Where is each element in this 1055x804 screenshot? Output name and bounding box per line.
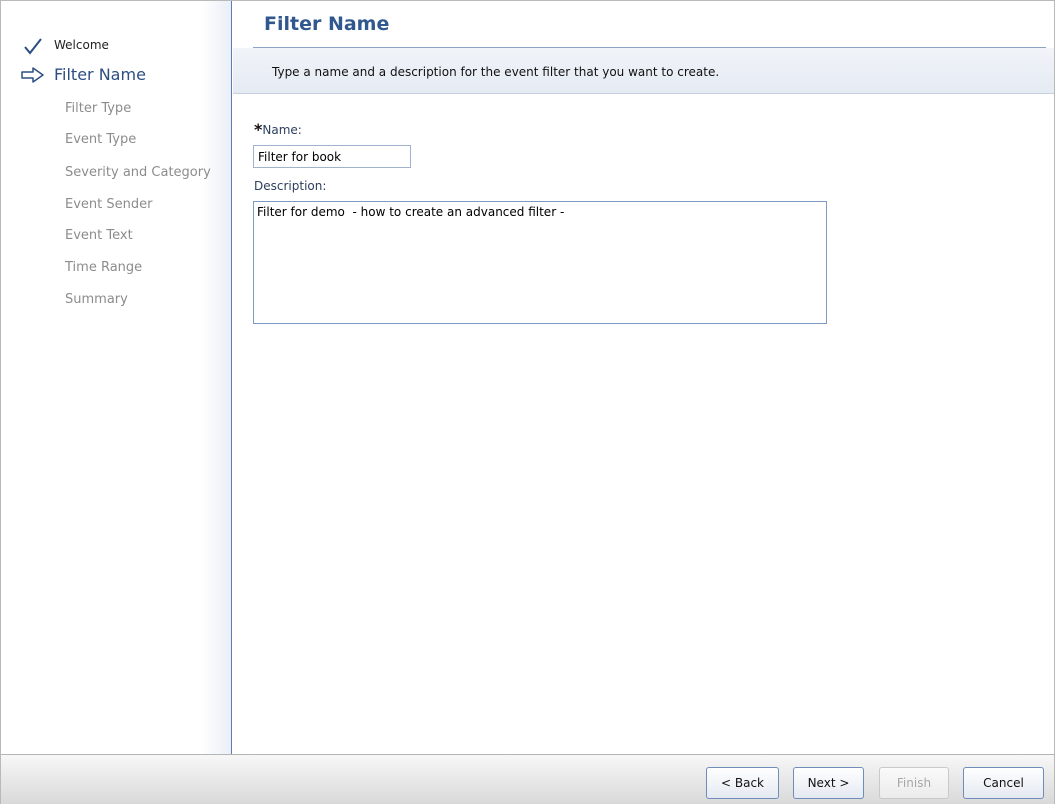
step-label: Filter Name: [54, 65, 146, 84]
step-label: Filter Type: [65, 101, 132, 116]
arrow-right-icon: [20, 66, 46, 92]
finish-button[interactable]: Finish: [879, 767, 949, 799]
page-title: Filter Name: [264, 13, 390, 35]
step-label: Event Sender: [65, 197, 153, 212]
step-label: Event Text: [65, 228, 133, 243]
wizard-steps-sidebar: Welcome Filter Name Filter Type Event Ty…: [1, 1, 232, 754]
step-label: Time Range: [65, 260, 143, 275]
next-button[interactable]: Next >: [793, 767, 864, 799]
required-marker: *: [254, 120, 263, 139]
instruction-text: Type a name and a description for the ev…: [272, 65, 720, 79]
back-button[interactable]: < Back: [706, 767, 779, 799]
step-label: Severity and Category: [65, 165, 211, 180]
cancel-button[interactable]: Cancel: [963, 767, 1044, 799]
description-field[interactable]: Filter for demo - how to create an advan…: [253, 201, 827, 324]
wizard-window: Welcome Filter Name Filter Type Event Ty…: [0, 0, 1055, 804]
name-field[interactable]: [253, 145, 411, 168]
name-label-text: Name:: [262, 123, 302, 137]
step-label: Summary: [65, 292, 128, 307]
checkmark-icon: [23, 37, 43, 63]
step-label: Event Type: [65, 132, 137, 147]
step-label: Welcome: [54, 38, 109, 52]
name-label: *Name:: [254, 119, 302, 139]
description-label: Description:: [254, 179, 327, 193]
wizard-footer: < Back Next > Finish Cancel: [1, 754, 1054, 804]
